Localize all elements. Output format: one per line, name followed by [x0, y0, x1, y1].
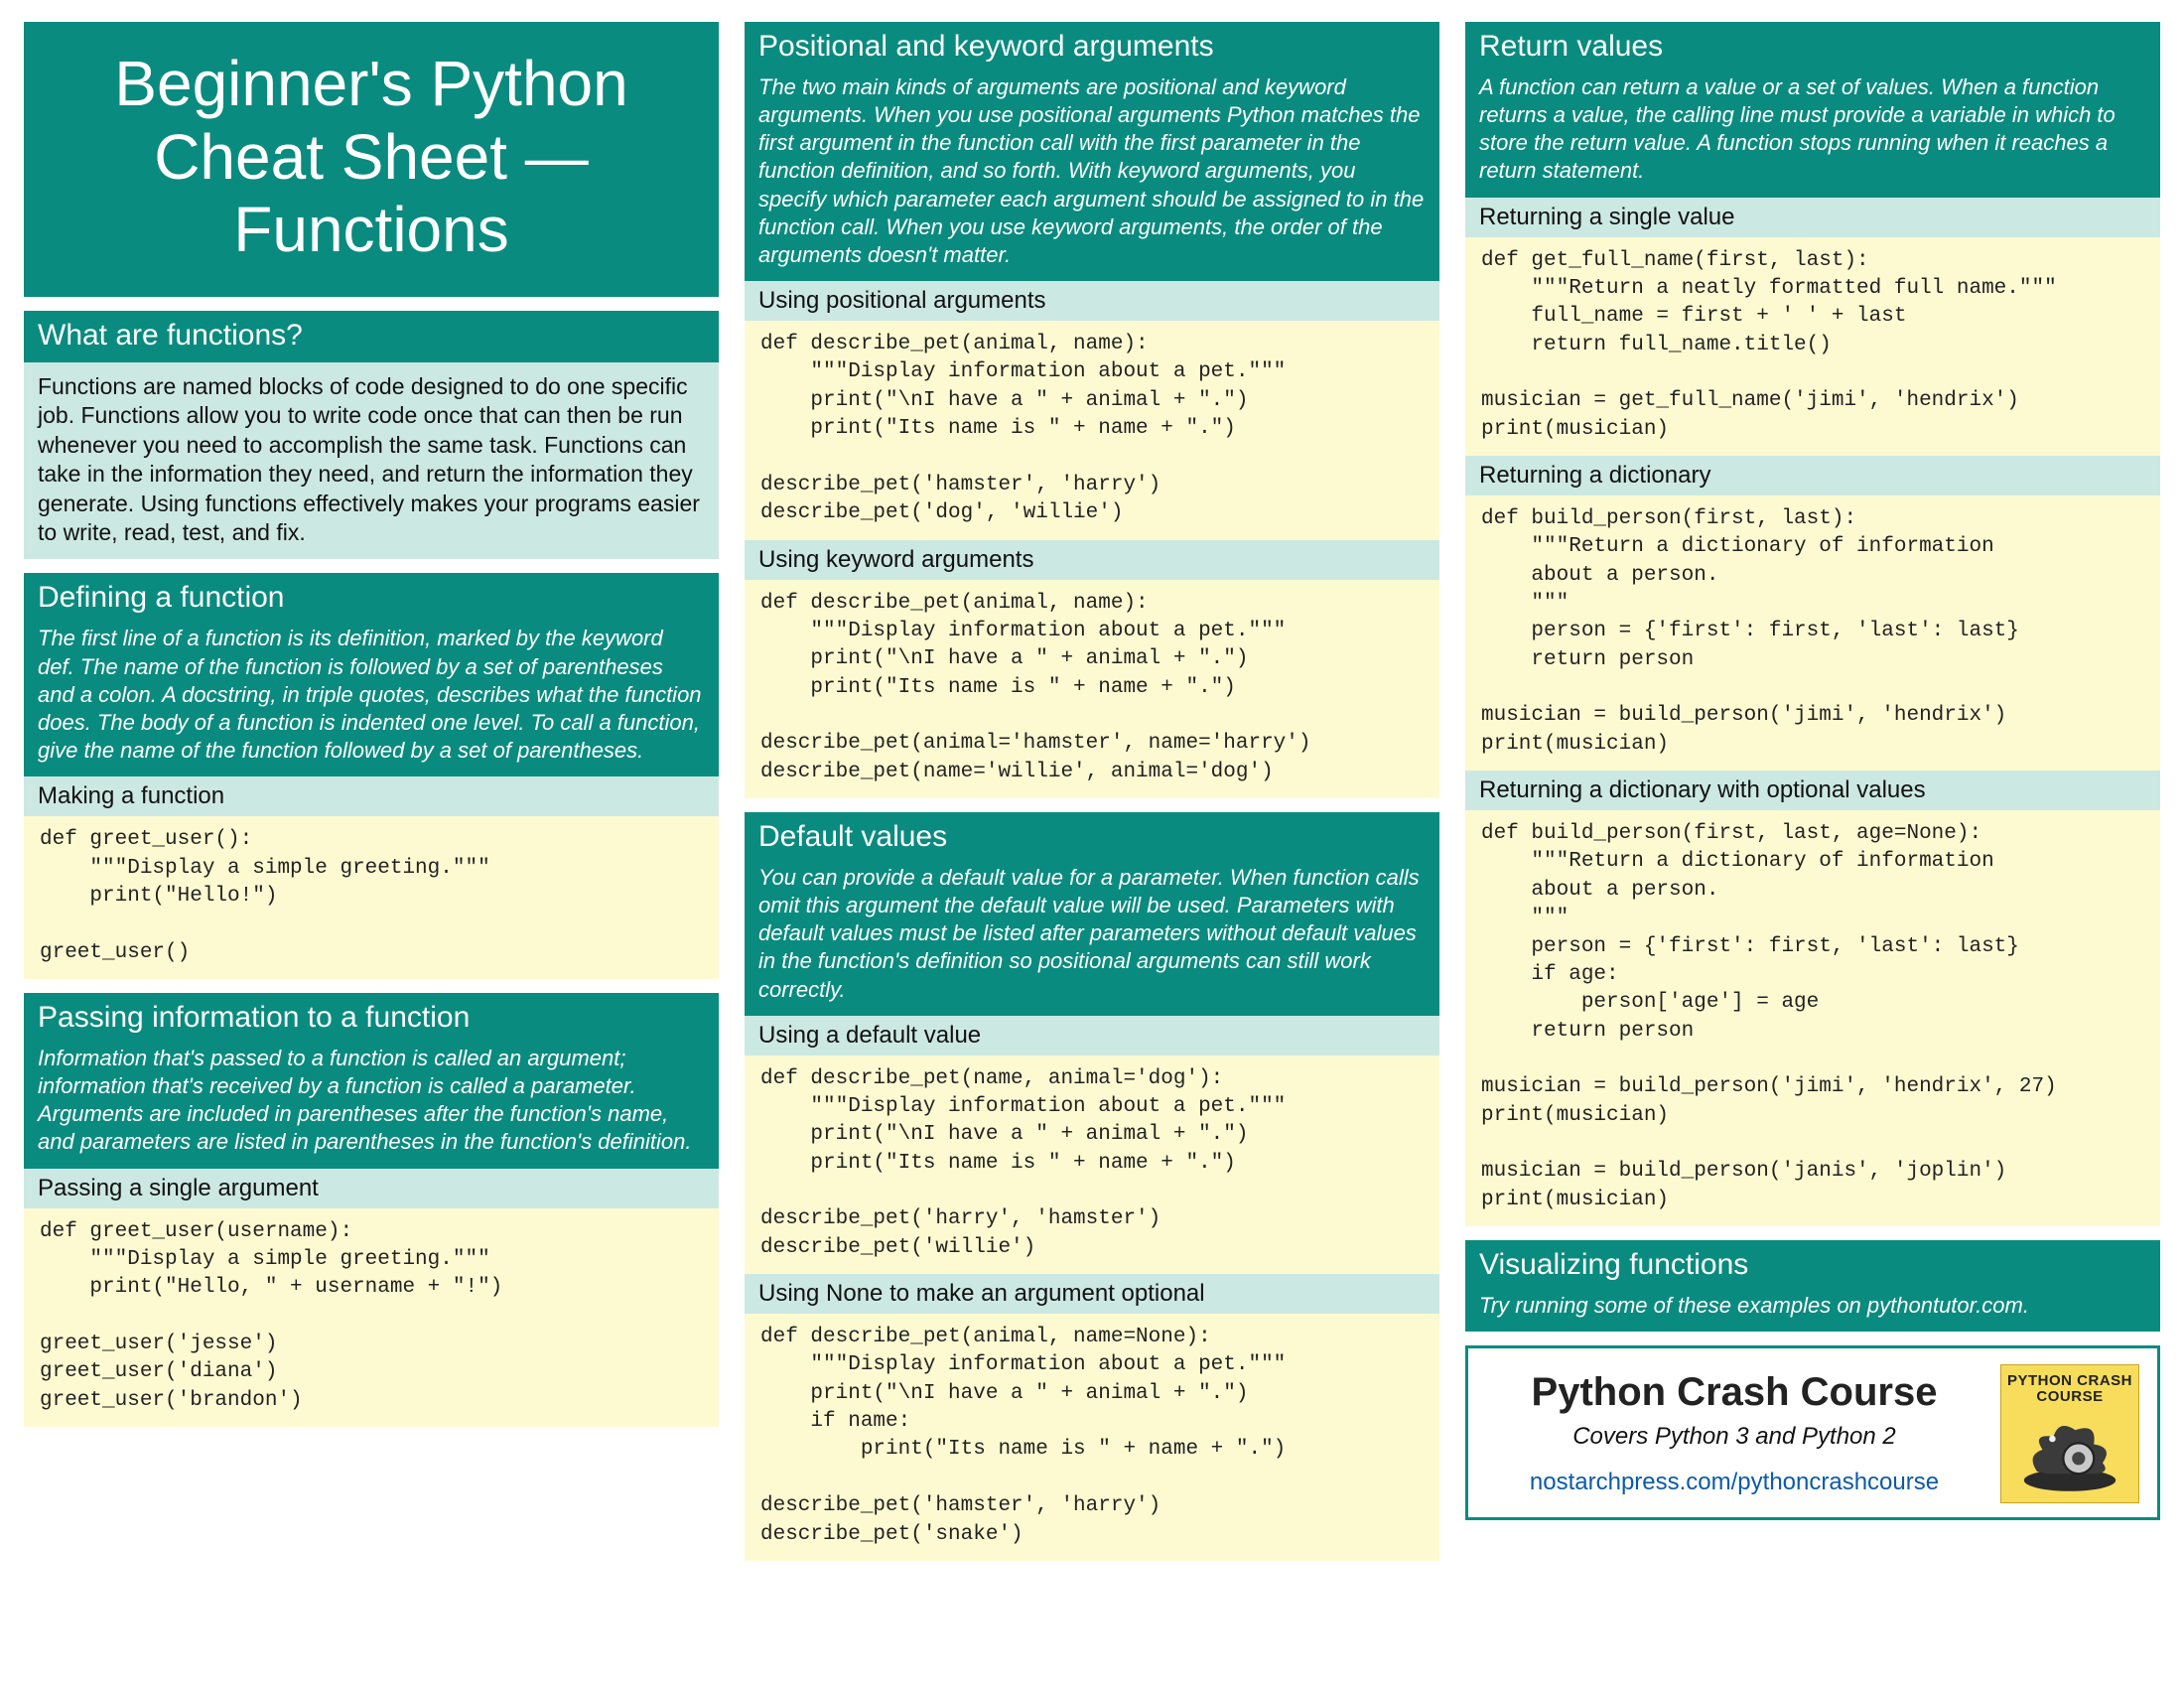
code-block: def describe_pet(animal, name): """Displ… [745, 321, 1439, 539]
sub-heading: Passing a single argument [24, 1169, 719, 1208]
column-2: Positional and keyword arguments The two… [745, 22, 1439, 1668]
section-description: Information that's passed to a function … [24, 1045, 719, 1169]
section-heading: Passing information to a function [24, 993, 719, 1045]
code-block: def greet_user(): """Display a simple gr… [24, 816, 719, 979]
section-heading: Visualizing functions [1465, 1240, 2160, 1292]
section-description: A function can return a value or a set o… [1465, 73, 2160, 198]
column-3: Return values A function can return a va… [1465, 22, 2160, 1668]
page: Beginner's Python Cheat Sheet — Function… [0, 0, 2184, 1688]
section-heading: Return values [1465, 22, 2160, 73]
code-block: def describe_pet(name, animal='dog'): ""… [745, 1055, 1439, 1274]
section-heading: Defining a function [24, 573, 719, 625]
code-block: def build_person(first, last, age=None):… [1465, 810, 2160, 1226]
book-cover: PYTHON CRASH COURSE [2000, 1364, 2139, 1503]
sub-heading: Returning a dictionary with optional val… [1465, 771, 2160, 810]
section-visualizing: Visualizing functions Try running some o… [1465, 1240, 2160, 1332]
section-description: You can provide a default value for a pa… [745, 864, 1439, 1016]
code-block: def greet_user(username): """Display a s… [24, 1208, 719, 1427]
sub-heading: Using keyword arguments [745, 540, 1439, 580]
book-art-icon [2007, 1405, 2132, 1494]
sheet-title: Beginner's Python Cheat Sheet — Function… [24, 22, 719, 297]
code-block: def describe_pet(animal, name=None): """… [745, 1314, 1439, 1561]
sub-heading: Using None to make an argument optional [745, 1274, 1439, 1314]
code-block: def build_person(first, last): """Return… [1465, 495, 2160, 771]
section-return-values: Return values A function can return a va… [1465, 22, 2160, 1226]
sub-heading: Making a function [24, 776, 719, 816]
book-title: PYTHON CRASH COURSE [2007, 1373, 2132, 1405]
section-what-are-functions: What are functions? Functions are named … [24, 311, 719, 560]
section-heading: Positional and keyword arguments [745, 22, 1439, 73]
code-block: def describe_pet(animal, name): """Displ… [745, 580, 1439, 798]
column-1: Beginner's Python Cheat Sheet — Function… [24, 22, 719, 1668]
promo-subtitle: Covers Python 3 and Python 2 [1572, 1423, 1896, 1451]
sub-heading: Using positional arguments [745, 281, 1439, 321]
section-default-values: Default values You can provide a default… [745, 812, 1439, 1561]
section-passing-info: Passing information to a function Inform… [24, 993, 719, 1427]
promo-link[interactable]: nostarchpress.com/pythoncrashcourse [1530, 1469, 1939, 1496]
code-block: def get_full_name(first, last): """Retur… [1465, 237, 2160, 456]
section-description: Try running some of these examples on py… [1465, 1292, 2160, 1332]
sub-heading: Returning a dictionary [1465, 456, 2160, 495]
promo-text: Python Crash Course Covers Python 3 and … [1486, 1364, 1982, 1503]
section-heading: Default values [745, 812, 1439, 864]
promo-title: Python Crash Course [1532, 1370, 1938, 1415]
section-heading: What are functions? [24, 311, 719, 362]
section-description: The first line of a function is its defi… [24, 625, 719, 776]
promo-box: Python Crash Course Covers Python 3 and … [1465, 1345, 2160, 1520]
section-defining-function: Defining a function The first line of a … [24, 573, 719, 979]
section-description: The two main kinds of arguments are posi… [745, 73, 1439, 281]
section-positional-keyword: Positional and keyword arguments The two… [745, 22, 1439, 798]
section-body: Functions are named blocks of code desig… [24, 362, 719, 560]
sub-heading: Using a default value [745, 1016, 1439, 1055]
sub-heading: Returning a single value [1465, 198, 2160, 237]
